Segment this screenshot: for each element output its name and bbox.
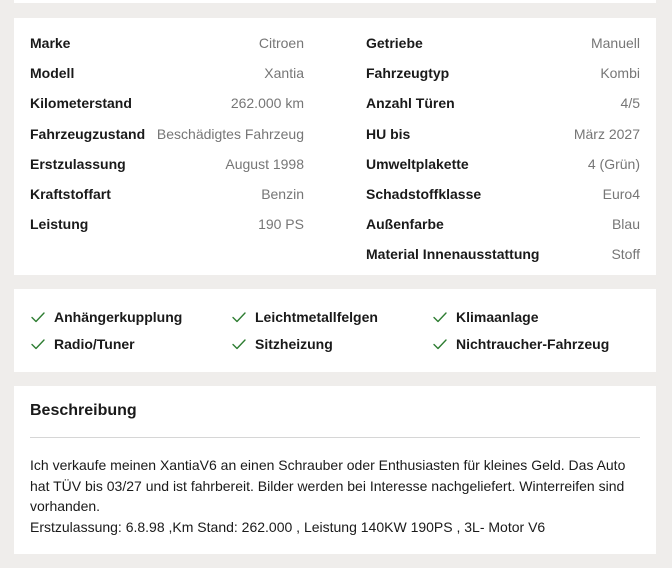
features-card: Anhängerkupplung Leichtmetallfelgen Klimaa… — [14, 289, 656, 372]
details-left-column: Marke Citroen Modell Xantia Kilometerstand 26… — [30, 28, 304, 239]
detail-label: Erstzulassung — [30, 155, 126, 172]
detail-label: Schadstoffklasse — [366, 186, 482, 203]
feature-label: Klimaanlage — [456, 308, 539, 325]
check-icon — [432, 336, 448, 352]
description-text: Ich verkaufe meinen XantiaV6 an einen Sc… — [30, 455, 640, 537]
detail-row-leistung: Leistung 190 PS — [30, 209, 304, 239]
detail-value: Euro4 — [602, 186, 640, 203]
detail-row-marke: Marke Citroen — [30, 28, 304, 58]
feature-label: Nichtraucher-Fahrzeug — [456, 335, 610, 352]
vehicle-details-card: Marke Citroen Modell Xantia Kilometerstand 26… — [14, 18, 656, 275]
feature-sitzheizung: Sitzheizung — [231, 330, 432, 357]
feature-radio-tuner: Radio/Tuner — [30, 330, 231, 357]
detail-value: Beschädigtes Fahrzeug — [156, 125, 304, 142]
detail-row-kraftstoffart: Kraftstoffart Benzin — [30, 179, 304, 209]
detail-value: Stoff — [611, 246, 640, 263]
detail-label: Kilometerstand — [30, 95, 132, 112]
detail-label: Außenfarbe — [366, 216, 444, 233]
check-icon — [30, 336, 46, 352]
detail-label: Kraftstoffart — [30, 186, 111, 203]
detail-value: Xantia — [264, 65, 304, 82]
description-paragraph: Ich verkaufe meinen XantiaV6 an einen Sc… — [30, 457, 626, 514]
detail-row-modell: Modell Xantia — [30, 58, 304, 88]
detail-label: Fahrzeugtyp — [366, 65, 450, 82]
detail-value: März 2027 — [573, 125, 640, 142]
detail-row-getriebe: Getriebe Manuell — [366, 28, 640, 58]
detail-row-anzahl-tueren: Anzahl Türen 4/5 — [366, 88, 640, 118]
detail-label: Getriebe — [366, 35, 423, 52]
check-icon — [30, 309, 46, 325]
detail-value: 4 (Grün) — [587, 155, 640, 172]
detail-value: Kombi — [600, 65, 640, 82]
detail-row-erstzulassung: Erstzulassung August 1998 — [30, 149, 304, 179]
detail-row-fahrzeugtyp: Fahrzeugtyp Kombi — [366, 58, 640, 88]
feature-label: Radio/Tuner — [54, 335, 135, 352]
check-icon — [231, 309, 247, 325]
detail-label: Marke — [30, 35, 71, 52]
detail-row-kilometerstand: Kilometerstand 262.000 km — [30, 88, 304, 118]
detail-value: Blau — [611, 216, 640, 233]
detail-label: Material Innenausstattung — [366, 246, 540, 263]
previous-card-edge — [14, 0, 656, 3]
detail-value: Manuell — [590, 35, 640, 52]
feature-anhaengerkupplung: Anhängerkupplung — [30, 303, 231, 330]
features-list: Anhängerkupplung Leichtmetallfelgen Klimaa… — [30, 303, 640, 357]
description-card: Beschreibung Ich verkaufe meinen XantiaV… — [14, 386, 656, 554]
detail-value: August 1998 — [225, 155, 304, 172]
feature-nichtraucher-fahrzeug: Nichtraucher-Fahrzeug — [432, 330, 640, 357]
detail-value: Benzin — [261, 186, 304, 203]
feature-leichtmetallfelgen: Leichtmetallfelgen — [231, 303, 432, 330]
detail-row-fahrzeugzustand: Fahrzeugzustand Beschädigtes Fahrzeug — [30, 119, 304, 149]
detail-label: Anzahl Türen — [366, 95, 455, 112]
detail-value: 4/5 — [620, 95, 640, 112]
check-icon — [432, 309, 448, 325]
feature-label: Leichtmetallfelgen — [255, 308, 378, 325]
detail-row-hu-bis: HU bis März 2027 — [366, 119, 640, 149]
feature-label: Sitzheizung — [255, 335, 333, 352]
description-title: Beschreibung — [30, 402, 137, 419]
detail-value: 262.000 km — [230, 95, 304, 112]
description-paragraph: Erstzulassung: 6.8.98 ,Km Stand: 262.000… — [30, 518, 546, 535]
detail-row-schadstoffklasse: Schadstoffklasse Euro4 — [366, 179, 640, 209]
detail-value: Citroen — [258, 35, 304, 52]
detail-label: Modell — [30, 65, 75, 82]
detail-label: HU bis — [366, 125, 411, 142]
details-right-column: Getriebe Manuell Fahrzeugtyp Kombi Anzahl Tü… — [366, 28, 640, 270]
check-icon — [231, 336, 247, 352]
feature-label: Anhängerkupplung — [54, 308, 183, 325]
feature-klimaanlage: Klimaanlage — [432, 303, 640, 330]
detail-label: Leistung — [30, 216, 89, 233]
detail-row-umweltplakette: Umweltplakette 4 (Grün) — [366, 149, 640, 179]
description-divider — [30, 437, 640, 438]
detail-label: Fahrzeugzustand — [30, 125, 146, 142]
detail-label: Umweltplakette — [366, 155, 469, 172]
detail-row-aussenfarbe: Außenfarbe Blau — [366, 209, 640, 239]
detail-row-material-innenausstattung: Material Innenausstattung Stoff — [366, 239, 640, 269]
detail-value: 190 PS — [258, 216, 304, 233]
